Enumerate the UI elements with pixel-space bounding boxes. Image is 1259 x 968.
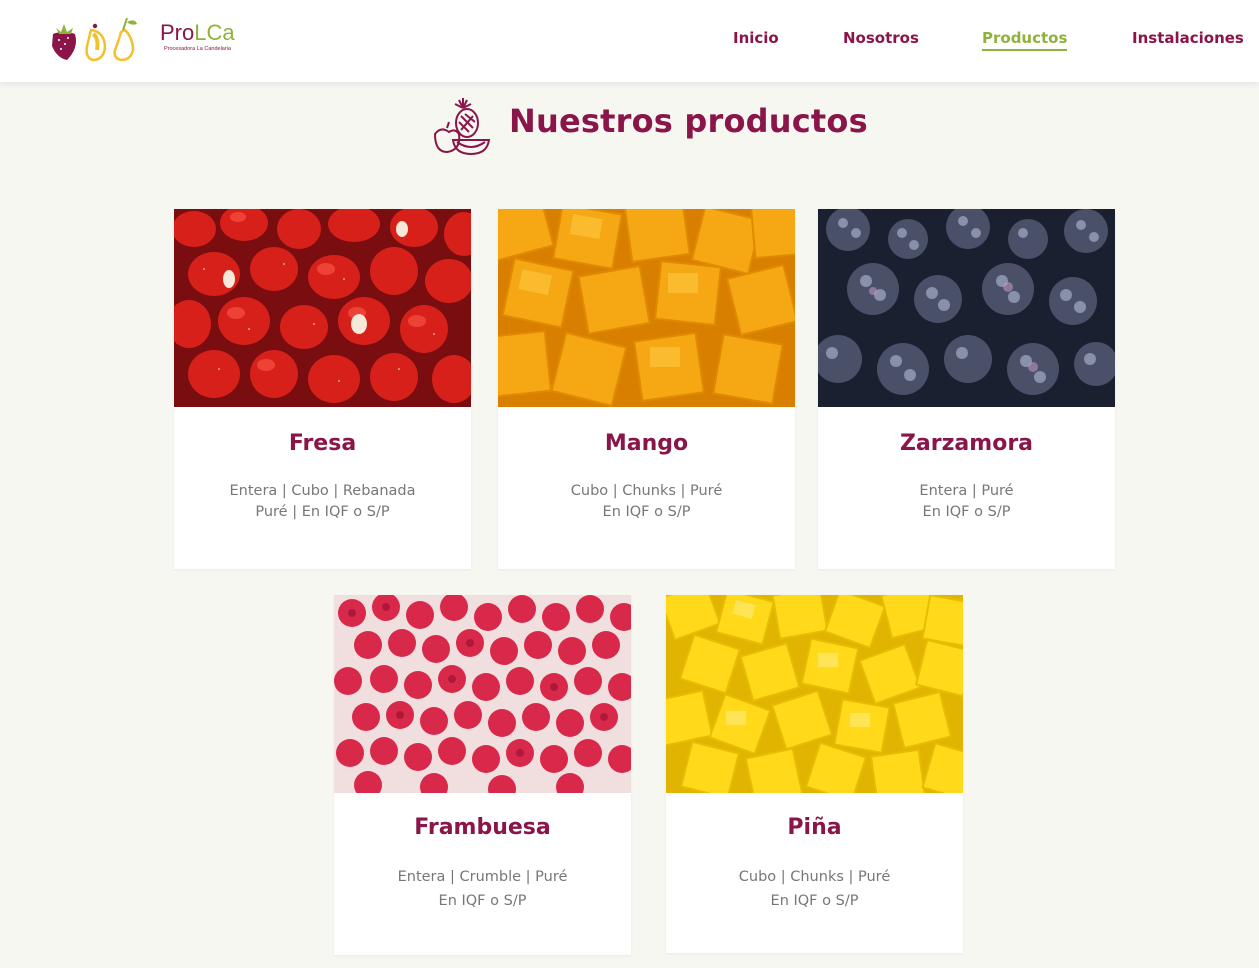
product-format: En IQF o S/P [438,893,527,909]
product-name: Fresa [288,431,357,456]
product-description: Entera | Cubo | Rebanada Puré | En IQF o… [174,481,471,523]
product-card-fresa[interactable]: Fresa Entera | Cubo | Rebanada Puré | En… [174,209,471,569]
nav-productos[interactable]: Productos [982,29,1068,51]
product-name: Frambuesa [414,815,551,840]
prolca-logo[interactable]: ProLCa Procesadora La Candelaria [49,14,239,66]
product-name: Zarzamora [899,431,1034,456]
raspberries-image [334,595,631,793]
product-card-pina[interactable]: Piña Cubo | Chunks | Puré En IQF o S/P [666,595,963,953]
brand-tagline: Procesadora La Candelaria [164,46,231,52]
mango-cubes-image [498,209,795,407]
product-format: En IQF o S/P [770,893,859,909]
nav-nosotros[interactable]: Nosotros [843,29,919,47]
nav-instalaciones[interactable]: Instalaciones [1132,29,1244,47]
pineapple-chunks-image [666,595,963,793]
brand-name: ProLCa [160,20,235,45]
product-variants: Cubo | Chunks | Puré [570,483,723,499]
product-card-mango[interactable]: Mango Cubo | Chunks | Puré En IQF o S/P [498,209,795,569]
nav-inicio[interactable]: Inicio [733,29,779,47]
frozen-blackberries-image [818,209,1115,407]
product-description: Cubo | Chunks | Puré En IQF o S/P [666,865,963,913]
strawberries-image [174,209,471,407]
product-name: Piña [787,815,842,840]
product-variants: Entera | Crumble | Puré [397,869,568,885]
site-header: ProLCa Procesadora La Candelaria Inicio … [0,0,1259,82]
product-variants: Entera | Cubo | Rebanada [229,483,416,499]
product-description: Cubo | Chunks | Puré En IQF o S/P [498,481,795,523]
product-variants: Entera | Puré [919,483,1014,499]
product-description: Entera | Puré En IQF o S/P [818,481,1115,523]
product-format: En IQF o S/P [922,504,1011,520]
product-name: Mango [604,431,689,456]
section-title: Nuestros productos [509,102,868,140]
product-format: Puré | En IQF o S/P [255,504,390,520]
fruit-logo-icon [52,17,137,62]
product-variants: Cubo | Chunks | Puré [738,869,891,885]
product-description: Entera | Crumble | Puré En IQF o S/P [334,865,631,913]
product-format: En IQF o S/P [602,504,691,520]
fruit-basket-icon [433,98,491,156]
product-card-frambuesa[interactable]: Frambuesa Entera | Crumble | Puré En IQF… [334,595,631,955]
product-card-zarzamora[interactable]: Zarzamora Entera | Puré En IQF o S/P [818,209,1115,569]
section-heading: Nuestros productos [433,96,873,158]
